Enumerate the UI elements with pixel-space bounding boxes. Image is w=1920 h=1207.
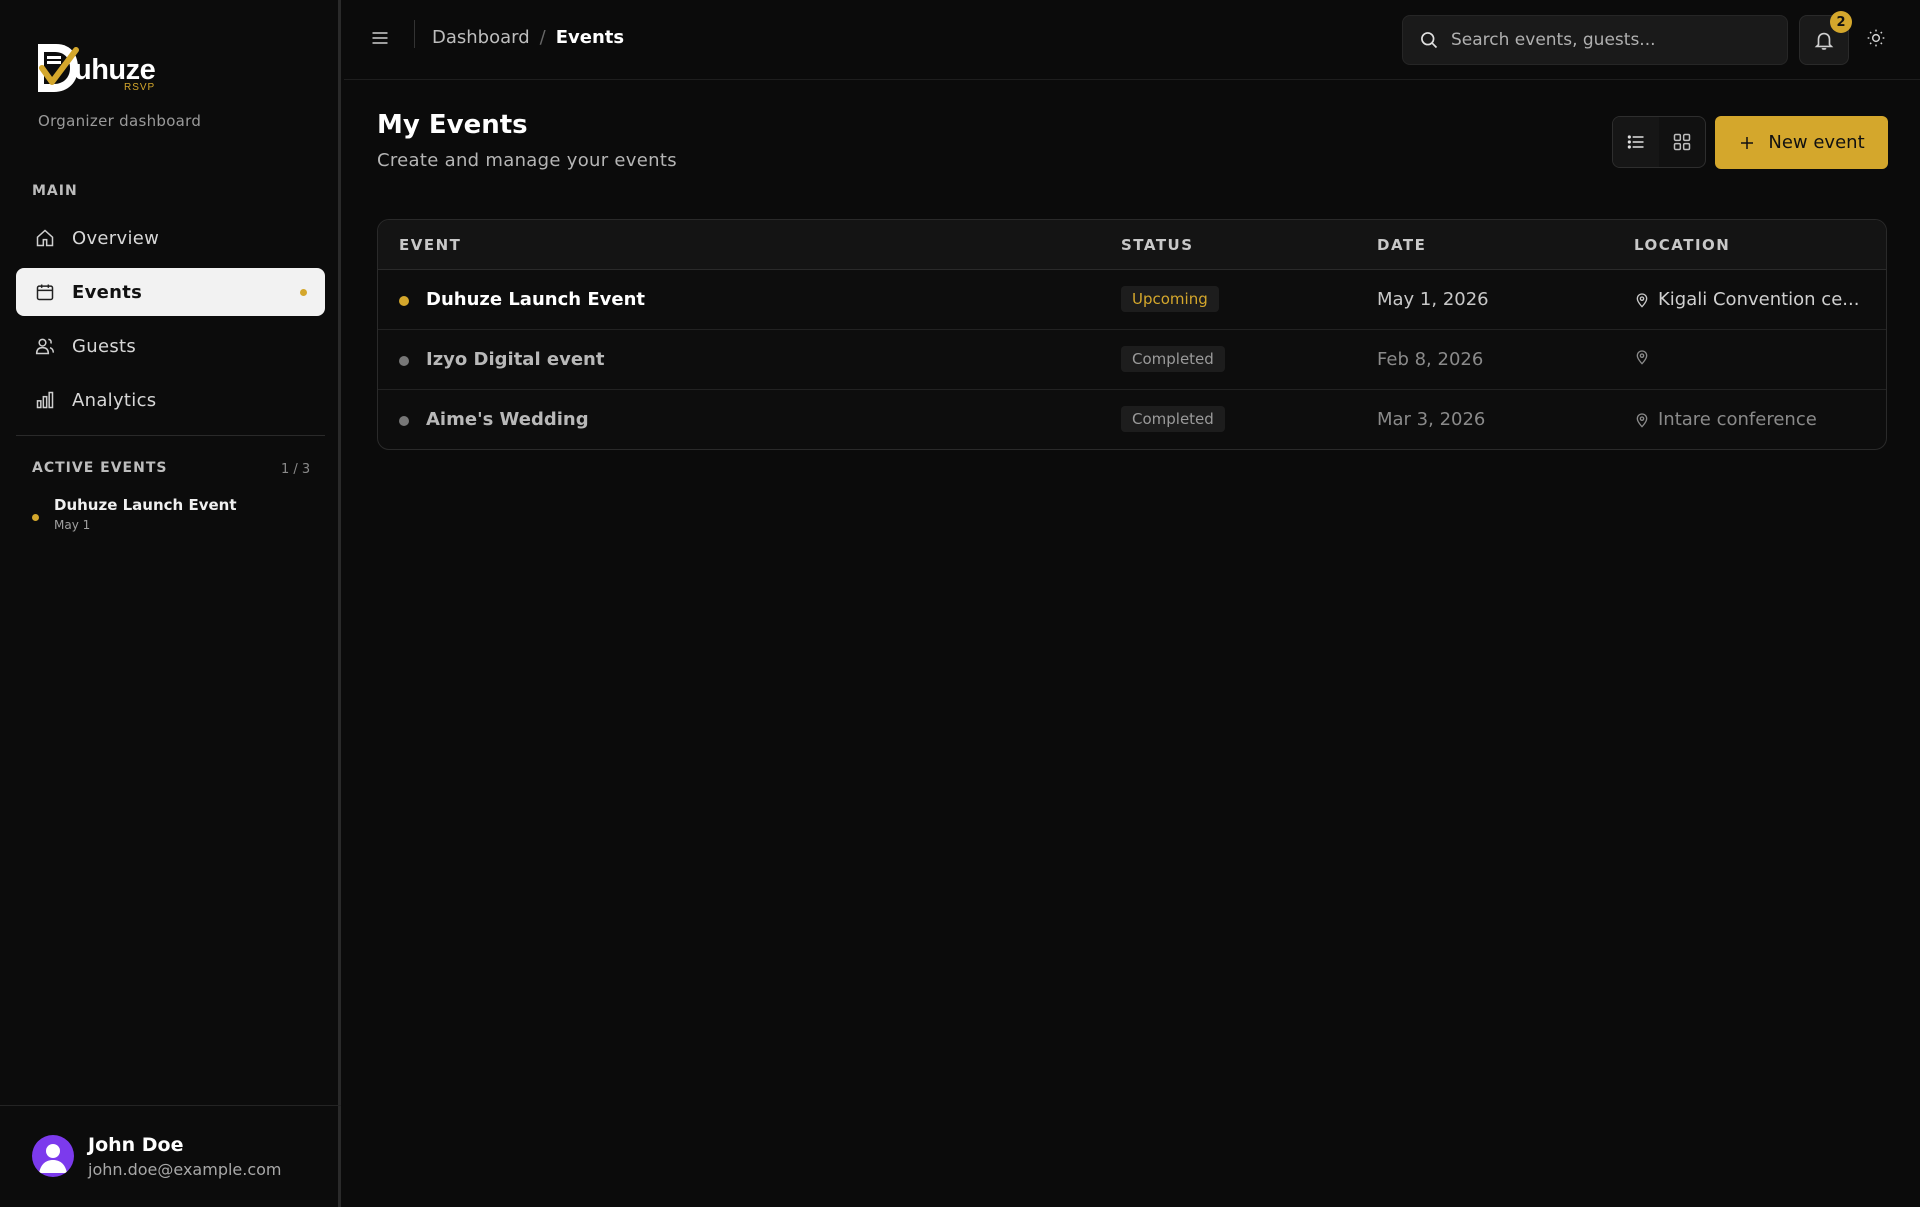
column-header-event: EVENT [399,236,462,254]
calendar-icon [34,281,56,303]
event-date: Mar 3, 2026 [1377,409,1486,430]
breadcrumb: Dashboard / Events [432,27,624,48]
new-event-label: New event [1768,132,1865,153]
search-input[interactable] [1451,30,1771,50]
page-subtitle: Create and manage your events [377,150,677,171]
event-name: Aime's Wedding [426,409,589,430]
menu-toggle-button[interactable] [370,28,392,50]
view-toggle [1612,116,1706,168]
map-pin-icon [1636,412,1648,428]
map-pin-icon [1636,350,1648,365]
event-name: Izyo Digital event [426,349,605,370]
list-view-button[interactable] [1613,117,1659,167]
notification-count-badge: 2 [1830,11,1852,33]
breadcrumb-separator: / [539,27,546,48]
search-box [1402,15,1788,65]
sidebar-item-label: Overview [72,227,160,249]
table-row[interactable]: Izyo Digital event Completed Feb 8, 2026 [378,330,1886,390]
user-email: john.doe@example.com [88,1160,282,1179]
sidebar: uhuze RSVP Organizer dashboard MAIN Over… [0,0,341,1207]
sun-icon [1867,29,1885,47]
sidebar-item-label: Guests [72,335,137,357]
active-events-count: 1 / 3 [281,462,311,477]
sidebar-item-label: Events [72,281,143,303]
header-separator [414,20,415,48]
events-table: EVENT STATUS DATE LOCATION Duhuze Launch… [377,219,1887,450]
app-root: uhuze RSVP Organizer dashboard MAIN Over… [0,0,1920,1207]
user-divider [0,1105,341,1106]
breadcrumb-current: Events [555,27,625,48]
active-event-date: May 1 [54,518,91,532]
event-location [1634,349,1658,365]
avatar[interactable] [32,1135,74,1177]
user-avatar-icon [39,1144,67,1173]
home-icon [34,227,56,249]
active-events-label: ACTIVE EVENTS [32,460,168,476]
new-event-button[interactable]: New event [1715,116,1888,169]
column-header-date: DATE [1377,236,1427,254]
status-badge: Completed [1121,406,1225,432]
user-name: John Doe [88,1134,184,1156]
logo: uhuze RSVP [36,42,166,98]
breadcrumb-dashboard-link[interactable]: Dashboard [432,27,530,48]
theme-toggle-button[interactable] [1866,28,1888,50]
event-location: Kigali Convention ce... [1634,289,1859,310]
grid-view-button[interactable] [1659,117,1705,167]
location-text: Intare conference [1658,409,1817,430]
event-location: Intare conference [1634,409,1817,430]
table-row[interactable]: Duhuze Launch Event Upcoming May 1, 2026… [378,270,1886,330]
column-header-status: STATUS [1121,236,1194,254]
event-date: Feb 8, 2026 [1377,349,1484,370]
bell-icon [1814,32,1834,50]
sidebar-divider [16,435,325,436]
status-dot [399,356,409,366]
status-dot [399,416,409,426]
sidebar-item-events[interactable]: Events [16,268,325,316]
bar-chart-icon [34,389,56,411]
search-icon [1421,32,1438,49]
grid-icon [1673,133,1691,151]
status-dot [399,296,409,306]
status-badge: Completed [1121,346,1225,372]
users-icon [34,335,56,357]
column-header-location: LOCATION [1634,236,1731,254]
location-text: Kigali Convention ce... [1658,289,1860,310]
table-row[interactable]: Aime's Wedding Completed Mar 3, 2026 Int… [378,390,1886,449]
event-name: Duhuze Launch Event [426,289,645,310]
table-header: EVENT STATUS DATE LOCATION [378,220,1886,270]
plus-icon [1741,136,1754,149]
page-title: My Events [377,110,528,140]
active-event-title: Duhuze Launch Event [54,496,237,514]
map-pin-icon [1636,292,1648,308]
sidebar-item-analytics[interactable]: Analytics [16,376,325,424]
active-indicator-dot [300,289,307,296]
top-header: Dashboard / Events 2 [344,0,1920,80]
status-badge: Upcoming [1121,286,1219,312]
dashboard-subtitle: Organizer dashboard [38,112,202,130]
main-section-label: MAIN [32,183,78,199]
event-date: May 1, 2026 [1377,289,1489,310]
brand-sub: RSVP [124,82,156,93]
sidebar-item-label: Analytics [72,389,157,411]
active-event-dot [32,514,39,521]
sidebar-item-guests[interactable]: Guests [16,322,325,370]
hamburger-icon [372,32,388,44]
list-icon [1627,135,1644,149]
sidebar-item-overview[interactable]: Overview [16,214,325,262]
